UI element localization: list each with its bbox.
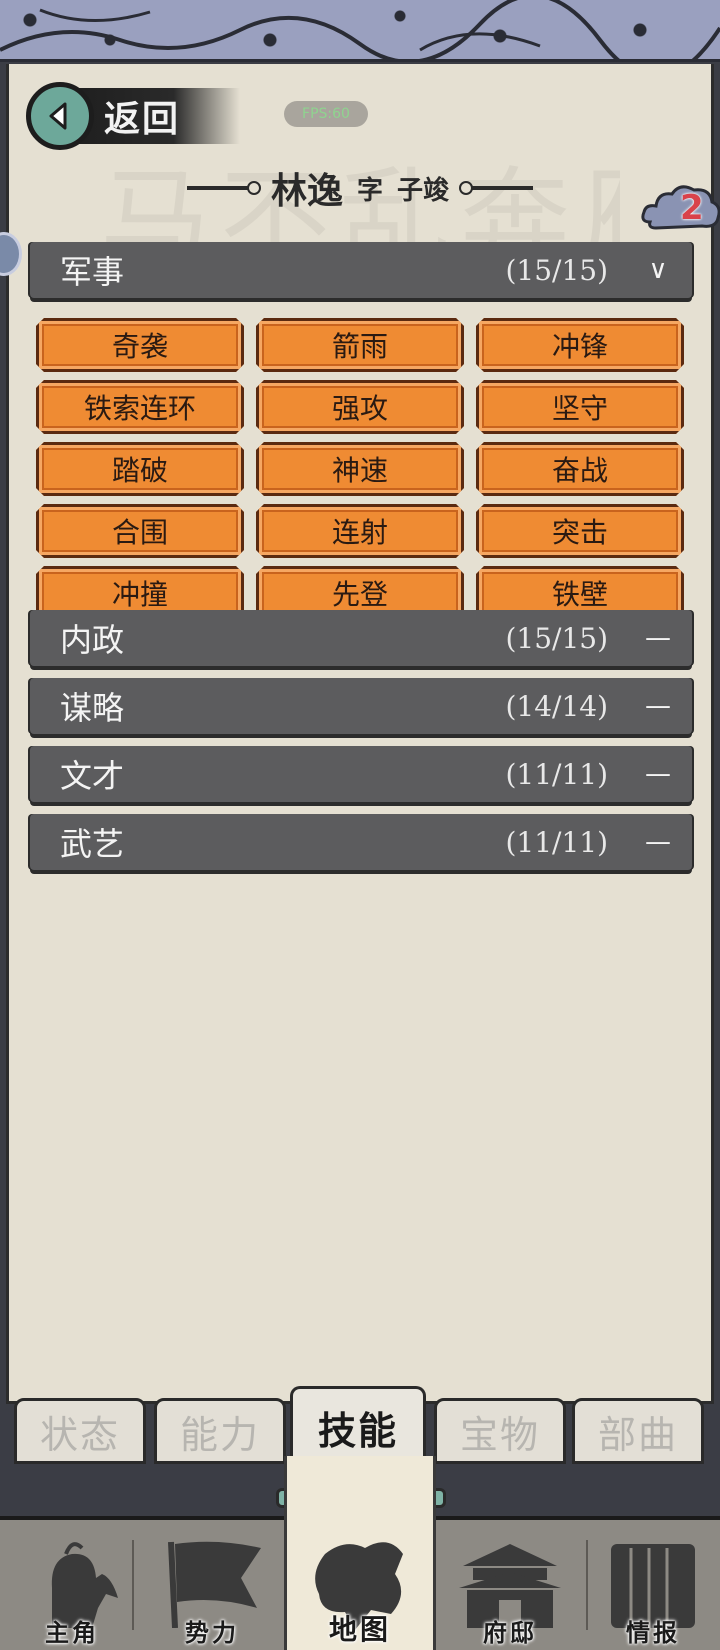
category-literature[interactable]: 文才 (11/11) —	[30, 746, 692, 802]
category-name: 军事	[60, 253, 125, 291]
nav-protagonist[interactable]: 主角	[0, 1520, 144, 1650]
category-count: (11/11)	[505, 757, 608, 791]
chevron-down-icon: ∨	[648, 255, 668, 285]
category-count: (15/15)	[505, 253, 608, 287]
category-name: 谋略	[60, 689, 125, 727]
fps-counter: FPS:60	[284, 101, 368, 127]
back-label: 返回	[104, 99, 181, 140]
category-count: (14/14)	[505, 689, 608, 723]
skill-button[interactable]: 神速	[256, 442, 464, 496]
top-decorative-border	[0, 0, 720, 62]
nav-faction[interactable]: 势力	[140, 1520, 284, 1650]
skill-button[interactable]: 踏破	[36, 442, 244, 496]
courtesy-name: 子竣	[397, 175, 450, 206]
skill-button[interactable]: 强攻	[256, 380, 464, 434]
nav-label: 府邸	[483, 1619, 537, 1647]
category-administration[interactable]: 内政 (15/15) —	[30, 610, 692, 666]
skill-button[interactable]: 坚守	[476, 380, 684, 434]
character-name-row: 林逸 字 子竣	[150, 160, 570, 216]
skill-button[interactable]: 突击	[476, 504, 684, 558]
category-count: (15/15)	[505, 621, 608, 655]
nav-label: 情报	[626, 1619, 680, 1647]
nav-label: 主角	[45, 1619, 99, 1647]
collapse-dash-icon: —	[645, 827, 671, 857]
skill-button[interactable]: 铁索连环	[36, 380, 244, 434]
category-name: 武艺	[60, 825, 125, 863]
skill-button[interactable]: 连射	[256, 504, 464, 558]
back-button[interactable]: 返回	[26, 82, 246, 150]
notification-cloud-badge[interactable]: 2	[640, 180, 720, 240]
badge-count: 2	[680, 188, 704, 228]
nav-mansion[interactable]: 府邸	[438, 1520, 582, 1650]
character-name: 林逸	[270, 171, 343, 212]
category-martial-arts[interactable]: 武艺 (11/11) —	[30, 814, 692, 870]
category-military[interactable]: 军事 (15/15) ∨	[30, 242, 692, 298]
tab-retinue[interactable]: 部曲	[572, 1398, 704, 1464]
skill-button[interactable]: 冲锋	[476, 318, 684, 372]
category-strategy[interactable]: 谋略 (14/14) —	[30, 678, 692, 734]
ornament-left-icon	[186, 181, 261, 195]
category-name: 文才	[60, 757, 125, 795]
collapse-dash-icon: —	[645, 623, 671, 653]
category-name: 内政	[60, 621, 125, 659]
bottom-nav-bar: 主角 势力 地图 府邸 情报	[0, 1456, 720, 1650]
military-skills-grid: 奇袭 箭雨 冲锋 铁索连环 强攻 坚守 踏破 神速 奋战 合围 连射 突击 冲撞…	[36, 318, 686, 620]
collapse-dash-icon: —	[645, 759, 671, 789]
skill-button[interactable]: 箭雨	[256, 318, 464, 372]
nav-label: 地图	[328, 1613, 391, 1646]
nav-intelligence[interactable]: 情报	[586, 1520, 720, 1650]
style-label: 字	[356, 175, 383, 206]
nav-divider	[132, 1540, 134, 1630]
nav-map[interactable]: 地图	[284, 1456, 436, 1650]
skill-button[interactable]: 奋战	[476, 442, 684, 496]
category-count: (11/11)	[505, 825, 608, 859]
nav-label: 势力	[185, 1619, 239, 1647]
back-arrow-icon	[26, 82, 94, 150]
tab-treasure[interactable]: 宝物	[434, 1398, 566, 1464]
collapse-dash-icon: —	[645, 691, 671, 721]
ornament-right-icon	[459, 181, 534, 195]
skill-button[interactable]: 奇袭	[36, 318, 244, 372]
tab-skills[interactable]: 技能	[290, 1386, 426, 1466]
tab-ability[interactable]: 能力	[154, 1398, 286, 1464]
skill-button[interactable]: 合围	[36, 504, 244, 558]
tab-status[interactable]: 状态	[14, 1398, 146, 1464]
